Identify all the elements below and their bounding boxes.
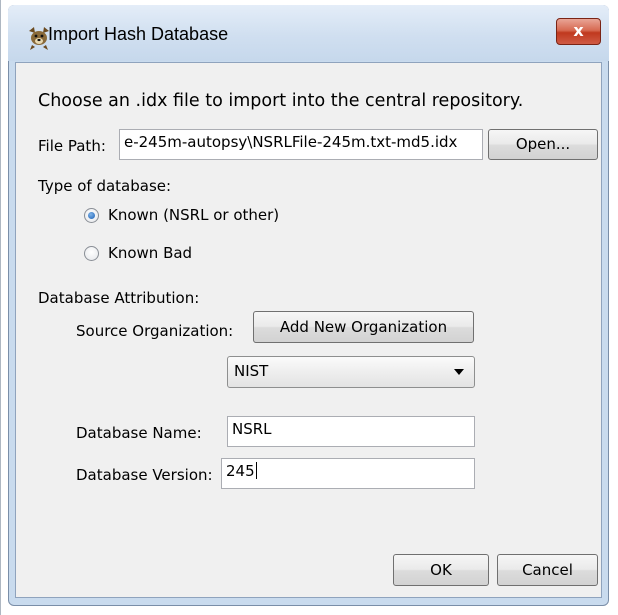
database-version-input[interactable]: 245 — [221, 458, 475, 489]
window-title: Import Hash Database — [48, 24, 229, 44]
dialog-body: Choose an .idx file to import into the c… — [15, 62, 602, 598]
title-bar[interactable]: Import Hash Database x — [8, 5, 609, 61]
organization-dropdown[interactable]: NIST — [227, 356, 475, 388]
database-version-value: 245 — [226, 462, 255, 480]
radio-known-bad[interactable] — [84, 246, 99, 261]
add-new-organization-label: Add New Organization — [279, 318, 448, 336]
open-button[interactable]: Open... — [488, 129, 598, 160]
close-button[interactable]: x — [556, 18, 601, 45]
instructions-text: Choose an .idx file to import into the c… — [38, 91, 524, 111]
attribution-label: Database Attribution: — [38, 289, 200, 307]
database-version-label: Database Version: — [76, 466, 213, 484]
radio-known-label[interactable]: Known (NSRL or other) — [108, 206, 279, 224]
radio-known[interactable] — [84, 208, 99, 223]
chevron-down-icon — [454, 369, 464, 375]
database-name-label: Database Name: — [76, 424, 202, 442]
cancel-button[interactable]: Cancel — [497, 554, 598, 586]
source-organization-label: Source Organization: — [76, 322, 234, 340]
database-name-value: NSRL — [232, 420, 272, 438]
open-button-label: Open... — [515, 135, 571, 153]
radio-known-bad-label[interactable]: Known Bad — [108, 244, 192, 262]
file-path-input[interactable]: e-245m-autopsy\NSRLFile-245m.txt-md5.idx — [119, 129, 483, 160]
close-icon: x — [573, 21, 584, 40]
organization-selected: NIST — [234, 362, 269, 380]
file-path-value: e-245m-autopsy\NSRLFile-245m.txt-md5.idx — [124, 133, 458, 151]
ok-button[interactable]: OK — [393, 554, 489, 586]
ok-button-label: OK — [430, 561, 452, 579]
database-type-label: Type of database: — [38, 177, 172, 195]
add-new-organization-button[interactable]: Add New Organization — [253, 311, 474, 343]
file-path-label: File Path: — [38, 137, 106, 155]
left-edge-line — [0, 0, 1, 615]
database-name-input[interactable]: NSRL — [227, 416, 475, 447]
text-cursor — [255, 462, 257, 479]
cancel-button-label: Cancel — [522, 561, 573, 579]
